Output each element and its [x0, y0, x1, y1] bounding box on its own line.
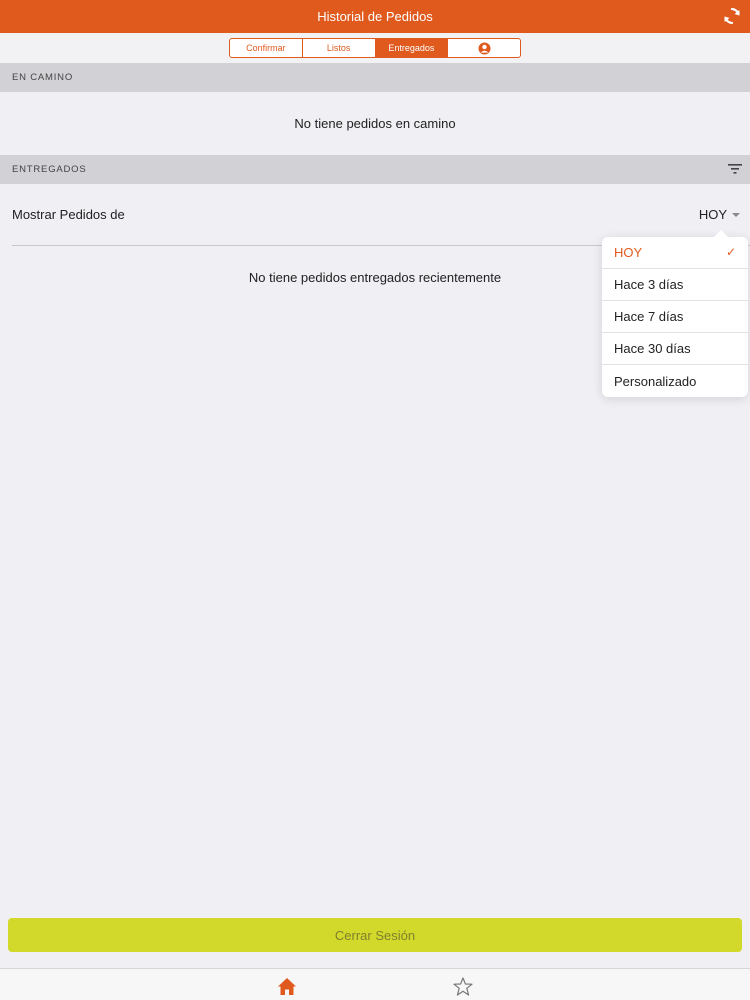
page-title: Historial de Pedidos [317, 9, 433, 24]
segment-bar: Confirmar Listos Entregados [0, 33, 750, 63]
empty-en-camino: No tiene pedidos en camino [294, 116, 456, 131]
nav-bar: Historial de Pedidos [0, 0, 750, 33]
chevron-down-icon [732, 212, 740, 217]
dropdown-option-label: HOY [614, 245, 643, 260]
logout-label: Cerrar Sesión [334, 927, 416, 943]
user-icon [478, 42, 491, 54]
section-title-en-camino: EN CAMINO [12, 72, 74, 83]
dropdown-option-30-dias[interactable]: Hace 30 días [602, 333, 748, 365]
tab-confirmar[interactable]: Confirmar [230, 39, 303, 57]
filter-icon[interactable] [728, 163, 742, 175]
segmented-control: Confirmar Listos Entregados [229, 38, 521, 58]
dropdown-option-label: Hace 3 días [614, 277, 684, 292]
star-icon[interactable] [451, 975, 475, 997]
dropdown-option-7-dias[interactable]: Hace 7 días [602, 301, 748, 333]
period-select-value: HOY [698, 207, 727, 222]
dropdown-option-personalizado[interactable]: Personalizado [602, 365, 748, 397]
period-select[interactable]: HOY [699, 207, 740, 222]
refresh-icon[interactable] [722, 6, 742, 26]
section-header-en-camino: EN CAMINO [0, 63, 750, 92]
tab-bar [0, 968, 750, 1000]
logout-button[interactable]: Cerrar Sesión [8, 918, 742, 952]
home-icon[interactable] [275, 975, 299, 997]
period-dropdown: HOY ✓ Hace 3 días Hace 7 días Hace 30 dí… [602, 230, 748, 397]
dropdown-option-label: Hace 7 días [614, 309, 684, 324]
tab-entregados[interactable]: Entregados [375, 39, 449, 57]
tab-profile[interactable] [448, 39, 520, 57]
dropdown-option-label: Personalizado [614, 373, 697, 389]
dropdown-option-3-dias[interactable]: Hace 3 días [602, 269, 748, 301]
check-icon: ✓ [725, 245, 736, 259]
section-header-entregados: ENTREGADOS [0, 155, 750, 184]
dropdown-option-label: Hace 30 días [614, 341, 691, 356]
section-title-entregados: ENTREGADOS [12, 164, 87, 175]
tab-listos[interactable]: Listos [303, 39, 376, 57]
dropdown-option-hoy[interactable]: HOY ✓ [602, 237, 748, 269]
show-orders-label: Mostrar Pedidos de [12, 207, 125, 222]
